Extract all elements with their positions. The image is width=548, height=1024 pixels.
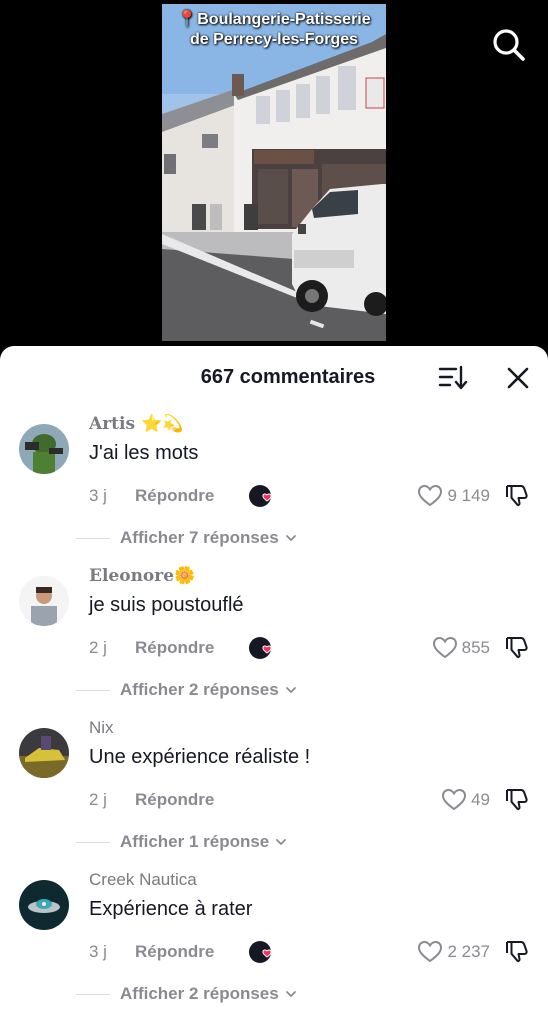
creator-liked-icon	[249, 941, 272, 963]
like-count: 2 237	[447, 942, 490, 961]
view-replies-label: Afficher 2 réponses	[120, 984, 279, 1003]
dislike-button[interactable]	[504, 786, 530, 812]
comment-time: 3 j	[89, 486, 107, 505]
view-replies-button[interactable]: Afficher 2 réponses	[76, 984, 297, 1004]
avatar[interactable]	[19, 424, 69, 474]
comments-sheet: 667 commentaires Artis ⭐💫 J'ai les mots …	[0, 346, 548, 1024]
like-group[interactable]: 49	[441, 788, 490, 812]
thumbs-down-icon	[506, 789, 528, 811]
avatar-image	[19, 880, 69, 930]
comment-time: 2 j	[89, 638, 107, 657]
heart-icon[interactable]	[417, 940, 443, 964]
caption-line-2: de Perrecy-les-Forges	[189, 31, 359, 48]
like-group[interactable]: 2 237	[417, 940, 490, 964]
like-count: 855	[461, 638, 490, 657]
video-caption: 📍Boulangerie-Patisserie de Perrecy-les-F…	[162, 10, 386, 50]
comment-time: 2 j	[89, 790, 107, 809]
replies-divider	[76, 841, 110, 843]
chevron-down-icon	[285, 535, 296, 541]
chevron-down-icon	[285, 687, 296, 693]
thumbs-down-icon	[506, 485, 528, 507]
creator-liked-badge	[248, 940, 276, 964]
chevron-down-icon	[276, 839, 287, 845]
chevron-down-icon	[285, 991, 296, 997]
like-count: 49	[471, 790, 490, 809]
avatar[interactable]	[19, 576, 69, 626]
heart-icon[interactable]	[441, 788, 467, 812]
street-scene-image	[162, 4, 386, 341]
reply-button[interactable]: Répondre	[135, 638, 214, 658]
close-button[interactable]	[504, 364, 532, 392]
avatar-image	[19, 576, 69, 626]
creator-liked-icon	[249, 637, 272, 659]
view-replies-label: Afficher 2 réponses	[120, 680, 279, 699]
heart-icon[interactable]	[432, 636, 458, 660]
comment-text: J'ai les mots	[89, 442, 199, 464]
like-group[interactable]: 855	[432, 636, 490, 660]
dislike-button[interactable]	[504, 634, 530, 660]
creator-liked-badge	[248, 636, 276, 660]
comment-username[interactable]: Creek Nautica	[89, 870, 197, 890]
heart-icon[interactable]	[417, 484, 443, 508]
sort-button[interactable]	[438, 364, 468, 392]
comment-text: Expérience à rater	[89, 898, 253, 920]
comment-text: je suis poustouflé	[89, 594, 244, 616]
close-icon	[507, 367, 529, 389]
video-thumbnail[interactable]: 📍Boulangerie-Patisserie de Perrecy-les-F…	[162, 4, 386, 341]
replies-divider	[76, 537, 110, 539]
view-replies-label: Afficher 1 réponse	[120, 832, 270, 851]
creator-liked-badge	[248, 484, 276, 508]
avatar-image	[19, 728, 69, 778]
avatar[interactable]	[19, 880, 69, 930]
like-group[interactable]: 9 149	[417, 484, 490, 508]
avatar[interactable]	[19, 728, 69, 778]
comment-time: 3 j	[89, 942, 107, 961]
search-button[interactable]	[490, 26, 528, 64]
search-icon	[493, 29, 525, 61]
replies-divider	[76, 993, 110, 995]
thumbs-down-icon	[506, 941, 528, 963]
dislike-button[interactable]	[504, 938, 530, 964]
comment-username[interactable]: Nix	[89, 718, 114, 738]
comment-username[interactable]: Artis ⭐💫	[89, 414, 183, 434]
view-replies-label: Afficher 7 réponses	[120, 528, 279, 547]
creator-liked-icon	[249, 485, 272, 507]
caption-line-1: 📍Boulangerie-Patisserie	[177, 11, 371, 28]
like-count: 9 149	[447, 486, 490, 505]
comment-item: Nix Une expérience réaliste ! 2 j Répond…	[0, 706, 548, 856]
thumbs-down-icon	[506, 637, 528, 659]
sort-icon	[438, 365, 468, 390]
view-replies-button[interactable]: Afficher 1 réponse	[76, 832, 287, 852]
view-replies-button[interactable]: Afficher 2 réponses	[76, 680, 297, 700]
comment-item: Artis ⭐💫 J'ai les mots 3 j Répondre 9 14…	[0, 402, 548, 552]
replies-divider	[76, 689, 110, 691]
view-replies-button[interactable]: Afficher 7 réponses	[76, 528, 297, 548]
comment-item: Creek Nautica Expérience à rater 3 j Rép…	[0, 858, 548, 1008]
dislike-button[interactable]	[504, 482, 530, 508]
reply-button[interactable]: Répondre	[135, 486, 214, 506]
comment-text: Une expérience réaliste !	[89, 746, 311, 768]
video-area: 📍Boulangerie-Patisserie de Perrecy-les-F…	[0, 0, 548, 350]
avatar-image	[19, 424, 69, 474]
comment-username[interactable]: Eleonore🌼	[89, 566, 195, 586]
reply-button[interactable]: Répondre	[135, 790, 214, 810]
reply-button[interactable]: Répondre	[135, 942, 214, 962]
comment-item: Eleonore🌼 je suis poustouflé 2 j Répondr…	[0, 554, 548, 704]
